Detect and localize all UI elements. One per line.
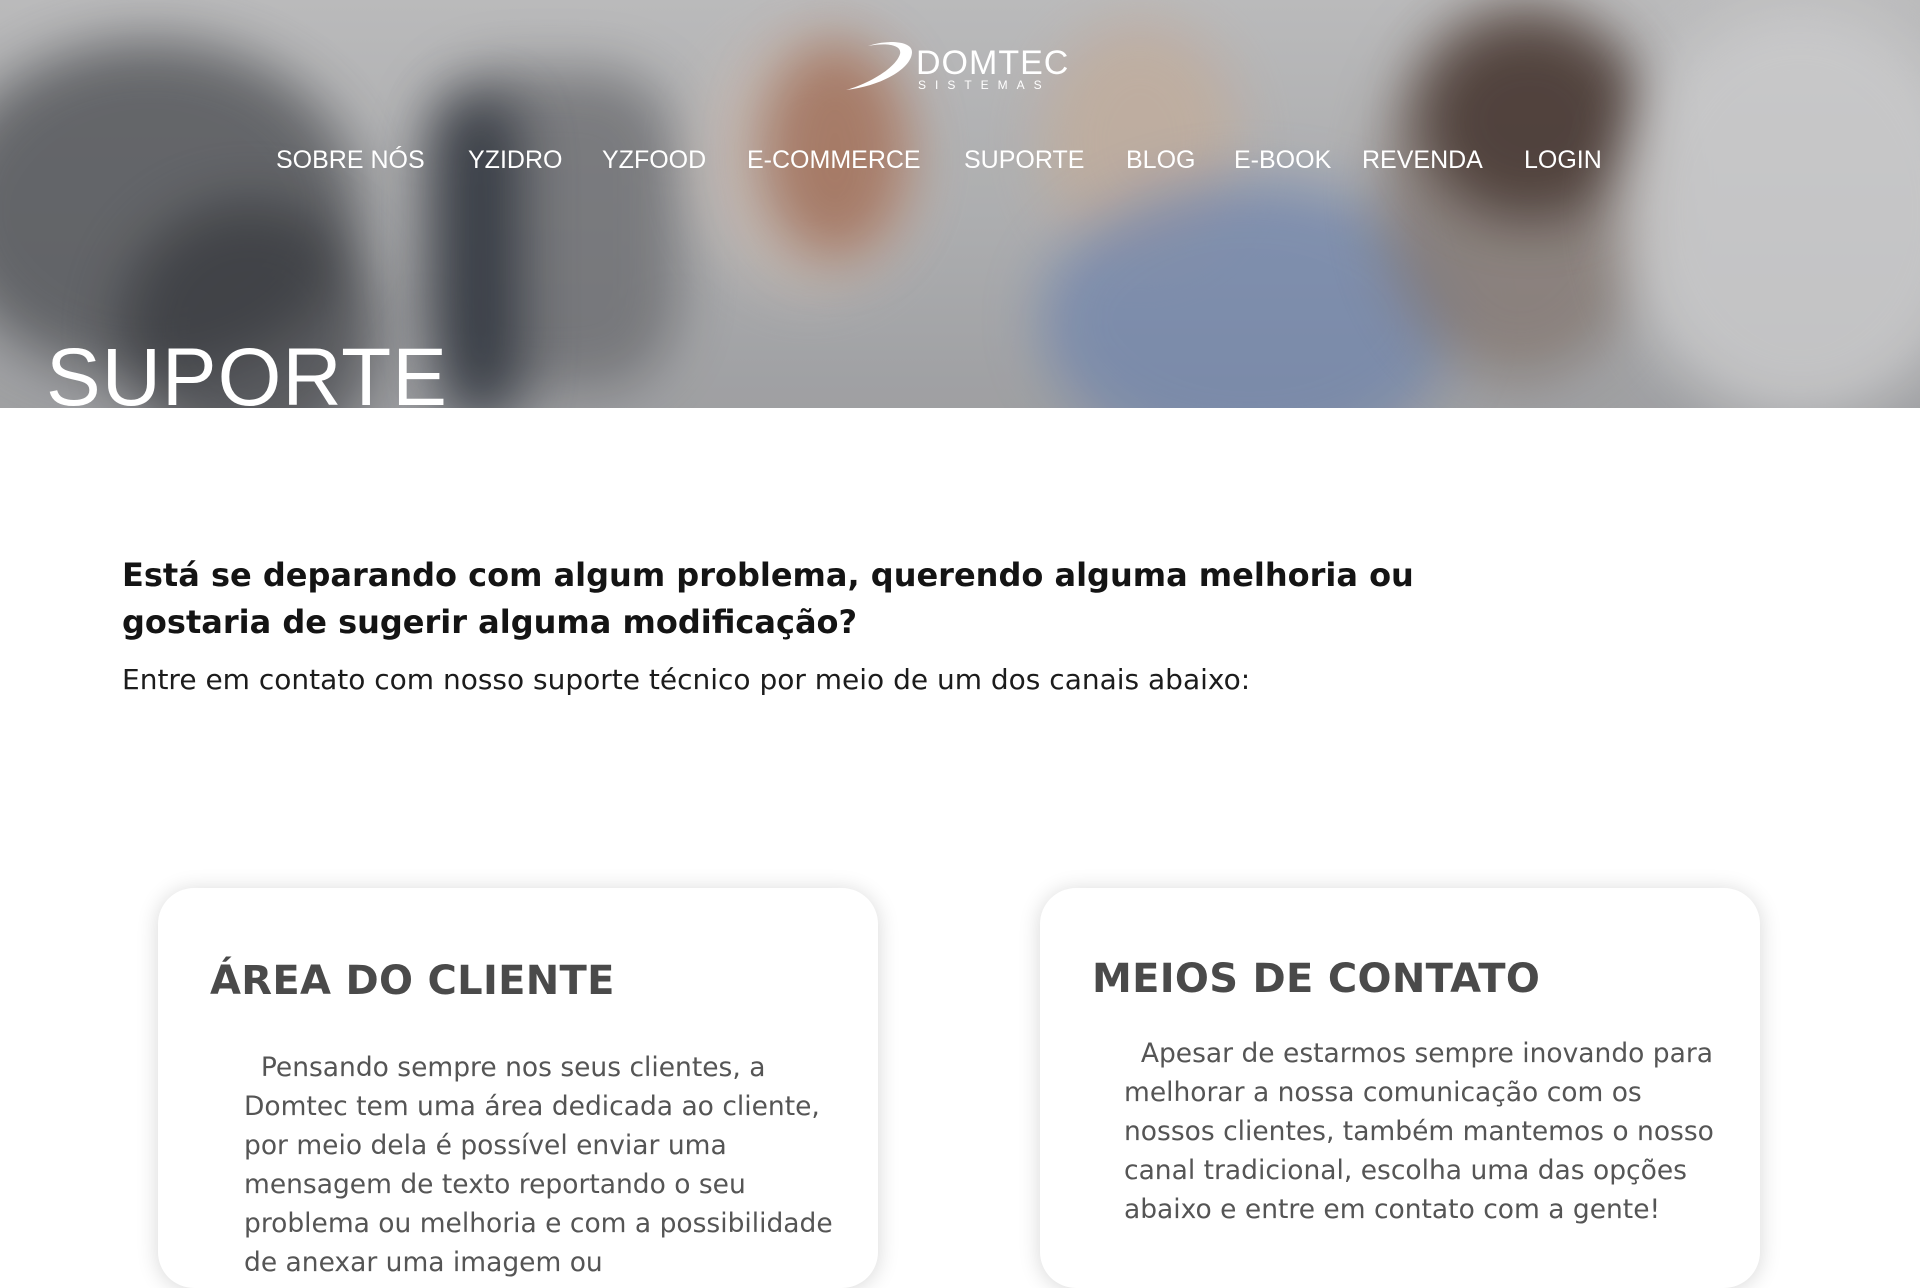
card-title: ÁREA DO CLIENTE (210, 958, 615, 1004)
main-nav: SOBRE NÓS YZIDRO YZFOOD E-COMMERCE SUPOR… (0, 146, 1920, 182)
nav-item-sobre-nos[interactable]: SOBRE NÓS (276, 146, 425, 175)
nav-item-blog[interactable]: BLOG (1126, 146, 1195, 175)
nav-item-yzidro[interactable]: YZIDRO (468, 146, 562, 175)
card-title: MEIOS DE CONTATO (1092, 956, 1541, 1002)
nav-item-e-book[interactable]: E-BOOK (1234, 146, 1331, 175)
nav-item-login[interactable]: LOGIN (1524, 146, 1602, 175)
brand-logo[interactable]: DOMTEC SISTEMAS (838, 36, 1068, 98)
nav-item-yzfood[interactable]: YZFOOD (602, 146, 706, 175)
swoosh-icon (846, 42, 912, 90)
intro-question: Está se deparando com algum problema, qu… (122, 556, 1414, 641)
card-text: Pensando sempre nos seus clientes, a Dom… (244, 1052, 842, 1278)
intro-subtitle: Entre em contato com nosso suporte técni… (122, 663, 1251, 696)
nav-item-revenda[interactable]: REVENDA (1362, 146, 1483, 175)
contact-means-card[interactable]: MEIOS DE CONTATO Apesar de estarmos semp… (1040, 888, 1760, 1288)
card-text: Apesar de estarmos sempre inovando para … (1124, 1038, 1723, 1225)
page-title: SUPORTE (46, 332, 448, 408)
brand-tagline: SISTEMAS (918, 78, 1051, 92)
nav-item-e-commerce[interactable]: E-COMMERCE (747, 146, 921, 175)
hero-banner: DOMTEC SISTEMAS SOBRE NÓS YZIDRO YZFOOD … (0, 0, 1920, 408)
client-area-card[interactable]: ÁREA DO CLIENTE Pensando sempre nos seus… (158, 888, 878, 1288)
nav-item-suporte[interactable]: SUPORTE (964, 146, 1084, 175)
